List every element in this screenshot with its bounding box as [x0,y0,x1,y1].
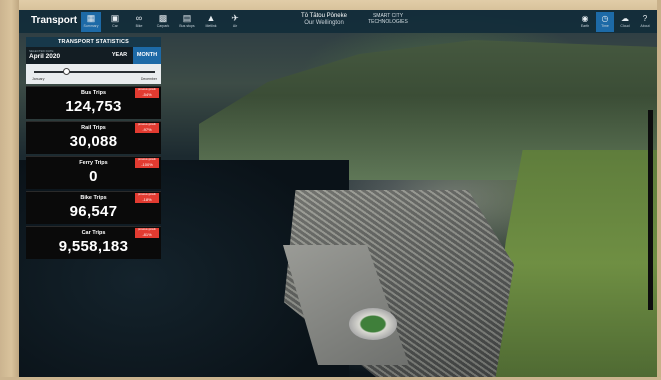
nav-time[interactable]: ◷ Time [596,12,614,32]
month-slider[interactable]: January December [26,64,161,84]
stat-card-car: Car Trips 9,558,183 previous growth -81% [26,226,161,259]
city-title-main: Tō Tātou Pōneke [301,13,347,19]
transport-statistics-panel: TRANSPORT STATISTICS SELECTED DATE April… [26,37,161,259]
city-title: Tō Tātou Pōneke Our Wellington [289,13,359,27]
city-title-sub: Our Wellington [304,20,344,26]
globe-icon: ◉ [581,14,589,23]
chart-icon: ▦ [86,13,96,23]
year-toggle-button[interactable]: YEAR [106,47,133,64]
growth-badge: previous growth -18% [135,193,159,203]
bike-icon: ∞ [135,13,143,23]
map-stadium [349,308,397,340]
train-icon: ▲ [206,13,216,23]
month-toggle-button[interactable]: MONTH [133,47,161,64]
growth-badge: previous growth -97% [135,123,159,133]
stat-value: 124,753 [65,98,122,115]
stat-value: 0 [89,168,98,185]
smart-city-logo-text: SMART CITY TECHNOLOGIES [368,13,408,25]
nav-metlink[interactable]: ▲ Metlink [201,12,221,32]
selected-date: April 2020 [29,53,61,60]
nav-air[interactable]: ✈ Air [225,12,245,32]
slider-min-label: January [32,77,45,81]
car-icon: ▣ [110,13,120,23]
growth-badge: previous growth -81% [135,228,159,238]
nav-cloud[interactable]: ☁ Cloud [616,12,634,32]
stat-value: 96,547 [69,203,118,220]
nav-bike[interactable]: ∞ Bike [129,12,149,32]
nav-carpark[interactable]: ▩ Carpark [153,12,173,32]
side-panel-edge [648,110,653,310]
nav-about[interactable]: ? About [636,12,654,32]
bus-icon: ▤ [182,13,192,23]
stat-card-ferry: Ferry Trips 0 previous growth -100% [26,156,161,189]
map-hills-east [489,150,657,377]
cloud-icon: ☁ [621,14,629,23]
slider-track[interactable] [34,71,155,73]
slider-thumb[interactable] [63,68,70,75]
plane-icon: ✈ [231,13,239,23]
growth-badge: previous growth -100% [135,158,159,168]
panel-title: TRANSPORT STATISTICS [26,37,161,47]
nav-summary[interactable]: ▦ Summary [81,12,101,32]
nav-earth[interactable]: ◉ Earth [576,12,594,32]
window-frame-top [0,0,661,10]
nav-car[interactable]: ▣ Car [105,12,125,32]
stat-card-bus: Bus Trips 124,753 previous growth -54% [26,86,161,119]
app-title: Transport [31,15,78,26]
window-frame-left [0,0,19,380]
window-frame-right [657,0,661,380]
top-navigation-bar: Transport ▦ Summary ▣ Car ∞ Bike ▩ Carpa… [19,10,657,33]
clock-icon: ◷ [601,14,609,23]
parking-icon: ▩ [158,13,168,23]
stat-card-bike: Bike Trips 96,547 previous growth -18% [26,191,161,224]
growth-badge: previous growth -54% [135,88,159,98]
stat-card-rail: Rail Trips 30,088 previous growth -97% [26,121,161,154]
slider-max-label: December [140,77,157,81]
stat-value: 9,558,183 [58,238,129,255]
nav-bus-stops[interactable]: ▤ Bus stops [177,12,197,32]
date-selector: SELECTED DATE April 2020 YEAR MONTH [26,47,161,64]
question-icon: ? [642,14,648,23]
stat-value: 30,088 [69,133,118,150]
